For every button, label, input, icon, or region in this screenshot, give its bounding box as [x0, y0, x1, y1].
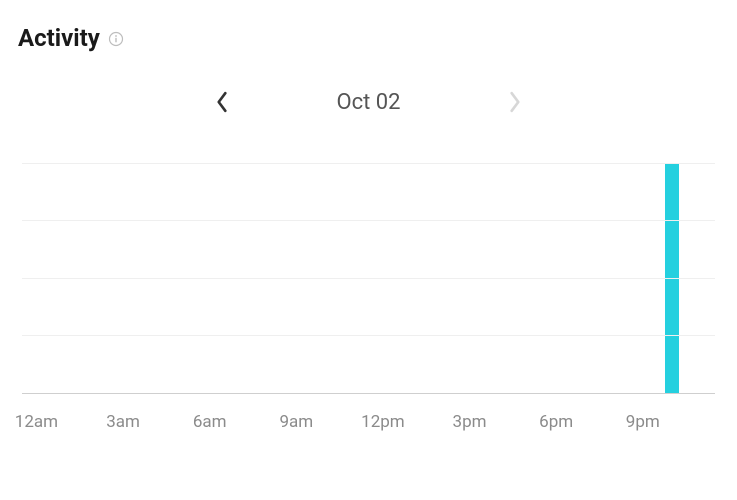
- chart-bars-container: [22, 164, 715, 393]
- chart-bar-slot: [542, 164, 571, 393]
- prev-day-button[interactable]: [208, 88, 236, 116]
- x-axis-tick-label: 3am: [106, 412, 140, 432]
- chart-bar-slot: [657, 164, 686, 393]
- chart-bar-slot: [138, 164, 167, 393]
- chart-gridline: [22, 335, 715, 336]
- activity-chart: 12am3am6am9am12pm3pm6pm9pm: [22, 164, 715, 436]
- info-icon[interactable]: [108, 31, 124, 47]
- chart-bar-slot: [397, 164, 426, 393]
- chart-bar-slot: [282, 164, 311, 393]
- chart-gridline: [22, 278, 715, 279]
- chart-x-axis: 12am3am6am9am12pm3pm6pm9pm: [22, 412, 715, 436]
- chart-bar-slot: [195, 164, 224, 393]
- x-axis-tick-label: 6pm: [539, 412, 573, 432]
- x-axis-tick-label: 3pm: [453, 412, 487, 432]
- chart-bar-slot: [369, 164, 398, 393]
- activity-header: Activity: [18, 24, 719, 52]
- chart-bar-slot: [513, 164, 542, 393]
- chart-bar-slot: [340, 164, 369, 393]
- chart-bar-slot: [311, 164, 340, 393]
- chart-bar-slot: [455, 164, 484, 393]
- chart-bar-slot: [109, 164, 138, 393]
- chart-bar-slot: [571, 164, 600, 393]
- x-axis-tick-label: 9am: [279, 412, 313, 432]
- chart-bar-slot: [22, 164, 51, 393]
- chart-bar-slot: [426, 164, 455, 393]
- chart-bar-slot: [628, 164, 657, 393]
- x-axis-tick-label: 12pm: [361, 412, 405, 432]
- current-date-label: Oct 02: [336, 90, 400, 115]
- next-day-button: [501, 88, 529, 116]
- chart-bar-slot: [686, 164, 715, 393]
- chart-bar-slot: [484, 164, 513, 393]
- page-title: Activity: [18, 24, 100, 52]
- x-axis-tick-label: 9pm: [626, 412, 660, 432]
- date-navigation: Oct 02: [18, 88, 719, 116]
- chart-bar-slot: [80, 164, 109, 393]
- x-axis-tick-label: 6am: [193, 412, 227, 432]
- chart-bar-slot: [166, 164, 195, 393]
- chart-bar-slot: [600, 164, 629, 393]
- chart-bar-slot: [51, 164, 80, 393]
- x-axis-tick-label: 12am: [15, 412, 58, 432]
- chart-plot-area: [22, 164, 715, 394]
- chart-gridline: [22, 163, 715, 164]
- chart-gridline: [22, 220, 715, 221]
- chart-bar-slot: [224, 164, 253, 393]
- chart-bar: [665, 164, 679, 393]
- chart-bar-slot: [253, 164, 282, 393]
